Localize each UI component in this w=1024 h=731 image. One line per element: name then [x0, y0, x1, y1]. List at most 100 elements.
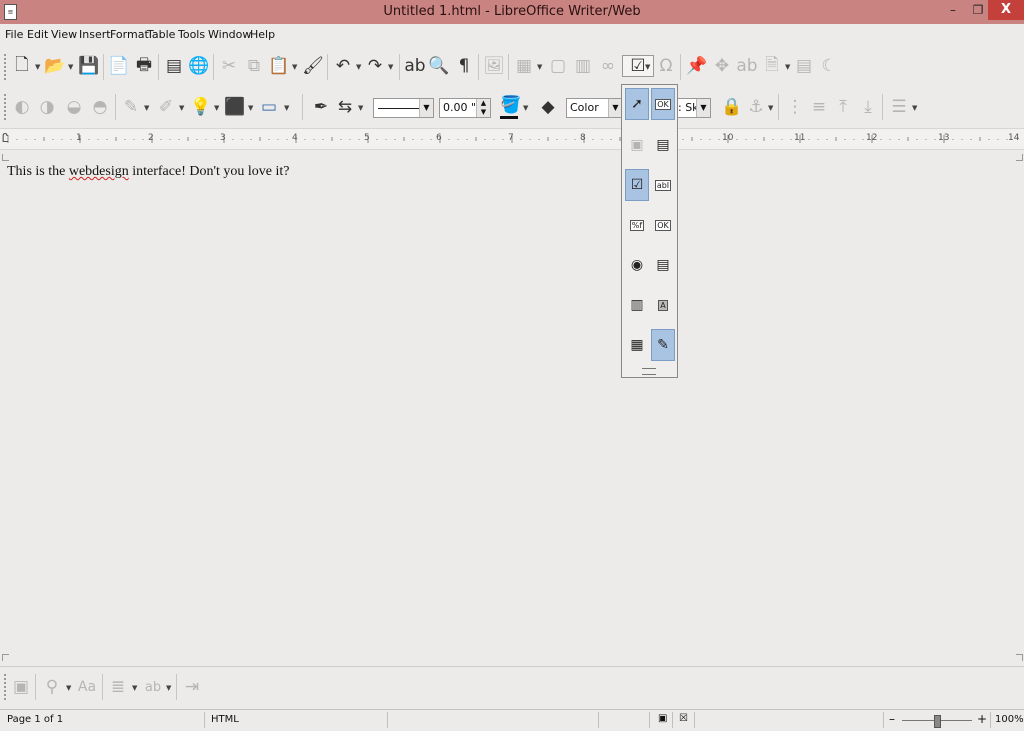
find-replace-icon[interactable]: 🔍	[428, 55, 450, 77]
web-view-icon[interactable]: 🌐	[188, 55, 210, 77]
area-fill-icon[interactable]: ◆	[537, 96, 559, 118]
spelling-icon[interactable]: ab	[404, 55, 426, 77]
menu-help[interactable]: Help	[250, 28, 275, 41]
arrange-icon[interactable]: ☰	[888, 96, 910, 118]
selection-mode-icon[interactable]: ▣	[658, 713, 667, 724]
chevron-down-icon[interactable]: ▼	[696, 99, 710, 117]
anchor-icon[interactable]: ⚓	[745, 96, 767, 118]
select-icon[interactable]: ➚	[625, 88, 649, 120]
chevron-down-icon[interactable]: ▼	[388, 62, 394, 72]
chevron-down-icon[interactable]: ▼	[166, 683, 172, 693]
arrow-style-icon[interactable]: ⇆	[334, 96, 356, 118]
combo-box-icon[interactable]: ▥	[625, 289, 649, 321]
special-character-icon[interactable]: Ω	[655, 55, 677, 77]
line-style-icon[interactable]: ✎	[120, 96, 142, 118]
chevron-down-icon[interactable]: ▼	[645, 62, 651, 72]
chevron-down-icon[interactable]: ▼	[214, 103, 220, 113]
chevron-down-icon[interactable]: ▼	[66, 683, 72, 693]
option-button-icon[interactable]: ◉	[625, 249, 649, 281]
navigator-icon[interactable]: ✥	[711, 55, 733, 77]
wrap-off-icon[interactable]: ◐	[11, 96, 33, 118]
menu-table[interactable]: Table	[147, 28, 175, 41]
wrap-right-icon[interactable]: ◓	[89, 96, 111, 118]
insert-chart-icon[interactable]: ▥	[572, 55, 594, 77]
copy-icon[interactable]: ⧉	[243, 55, 265, 77]
insert-field-icon[interactable]: 🗎	[761, 55, 783, 77]
clone-formatting-icon[interactable]: 🖌	[302, 55, 324, 77]
comment-icon[interactable]: ☾	[818, 55, 840, 77]
chevron-down-icon[interactable]: ▼	[785, 62, 791, 72]
line-color-bucket-icon[interactable]: 🪣	[500, 94, 522, 116]
chevron-down-icon[interactable]: ▼	[608, 99, 622, 117]
spacing-icon[interactable]: ab	[142, 676, 164, 698]
text-box-icon[interactable]: ▣	[10, 676, 32, 698]
close-button[interactable]: X	[988, 0, 1024, 20]
insert-frame-icon[interactable]: ▢	[547, 55, 569, 77]
formatting-marks-icon[interactable]: ¶	[453, 55, 475, 77]
align-center-icon[interactable]: ≡	[808, 96, 830, 118]
push-button-icon[interactable]: OK	[651, 88, 675, 120]
chevron-down-icon[interactable]: ▼	[132, 683, 138, 693]
document-modified-icon[interactable]: ☒	[679, 713, 688, 724]
toolbar-grip[interactable]	[4, 94, 9, 120]
tab-stop-icon[interactable]: Ꮭ	[2, 131, 9, 146]
zoom-level[interactable]: 100%	[995, 714, 1024, 725]
undo-icon[interactable]: ↶	[332, 55, 354, 77]
minimize-button[interactable]: –	[940, 0, 966, 20]
checkbox-icon[interactable]: ☑	[625, 169, 649, 201]
menu-window[interactable]: Window	[208, 28, 251, 41]
toolbar-grip[interactable]	[4, 674, 9, 700]
form-design-icon[interactable]: ▣	[625, 129, 649, 161]
area-style-select[interactable]: Color ▼	[566, 98, 623, 118]
open-folder-icon[interactable]: 📂	[44, 55, 66, 77]
3d-box-icon[interactable]: ⬛	[224, 96, 246, 118]
export-pdf-icon[interactable]: 📄	[108, 55, 130, 77]
label-field-icon[interactable]: A	[651, 289, 675, 321]
align-up-icon[interactable]: ⤒	[832, 96, 854, 118]
chevron-down-icon[interactable]: ▼	[912, 103, 918, 113]
footnote-icon[interactable]: ab	[736, 55, 758, 77]
line-color-icon[interactable]: ✐	[155, 96, 177, 118]
menu-file[interactable]: File	[5, 28, 23, 41]
insert-image-icon[interactable]: 🖼	[483, 55, 505, 77]
misspelled-word[interactable]: webdesign	[69, 164, 129, 179]
new-document-icon[interactable]: 🗋	[11, 55, 33, 77]
chevron-down-icon[interactable]: ▼	[358, 103, 364, 113]
area-color-select[interactable]: : Sky ▼	[677, 98, 711, 118]
chevron-down-icon[interactable]: ▼	[284, 103, 290, 113]
menu-format[interactable]: Format	[110, 28, 149, 41]
document-area[interactable]: This is the webdesign interface! Don't y…	[0, 150, 1024, 664]
chevron-down-icon[interactable]: ▼	[144, 103, 150, 113]
design-mode-icon[interactable]: ✎	[651, 329, 675, 361]
pen-icon[interactable]: ✒	[310, 96, 332, 118]
save-icon[interactable]: 💾	[78, 55, 100, 77]
align-down-icon[interactable]: ⤓	[857, 96, 879, 118]
html-source-icon[interactable]: ▤	[163, 55, 185, 77]
menu-insert[interactable]: Insert	[79, 28, 111, 41]
align-top-icon[interactable]: ⋮	[784, 96, 806, 118]
menu-tools[interactable]: Tools	[178, 28, 205, 41]
print-icon[interactable]: 🖶	[133, 55, 155, 77]
header-footer-icon[interactable]: ▤	[793, 55, 815, 77]
align-icon[interactable]: ≣	[107, 676, 129, 698]
push-button-ok-icon[interactable]: OK	[651, 209, 675, 241]
hyperlink-icon[interactable]: ∞	[597, 55, 619, 77]
chevron-down-icon[interactable]: ▼	[179, 103, 185, 113]
menu-edit[interactable]: Edit	[27, 28, 48, 41]
paste-icon[interactable]: 📋	[268, 55, 290, 77]
chevron-down-icon[interactable]: ▼	[68, 62, 74, 72]
chevron-down-icon[interactable]: ▼	[768, 103, 774, 113]
menu-view[interactable]: View	[51, 28, 77, 41]
chevron-down-icon[interactable]: ▼	[248, 103, 254, 113]
page-indicator[interactable]: Page 1 of 1	[7, 714, 63, 725]
chevron-down-icon[interactable]: ▼	[35, 62, 41, 72]
fontwork-icon[interactable]: ⚲	[41, 676, 63, 698]
list-box-icon[interactable]: ▤	[651, 249, 675, 281]
formatted-field-icon[interactable]: %f	[625, 209, 649, 241]
spin-arrows-icon[interactable]: ▲ ▼	[476, 99, 490, 117]
wrap-page-icon[interactable]: ◑	[36, 96, 58, 118]
redo-icon[interactable]: ↷	[364, 55, 386, 77]
text-box-icon[interactable]: abI	[651, 169, 675, 201]
zoom-out-button[interactable]: –	[889, 712, 895, 726]
light-bulb-icon[interactable]: 💡	[190, 96, 212, 118]
